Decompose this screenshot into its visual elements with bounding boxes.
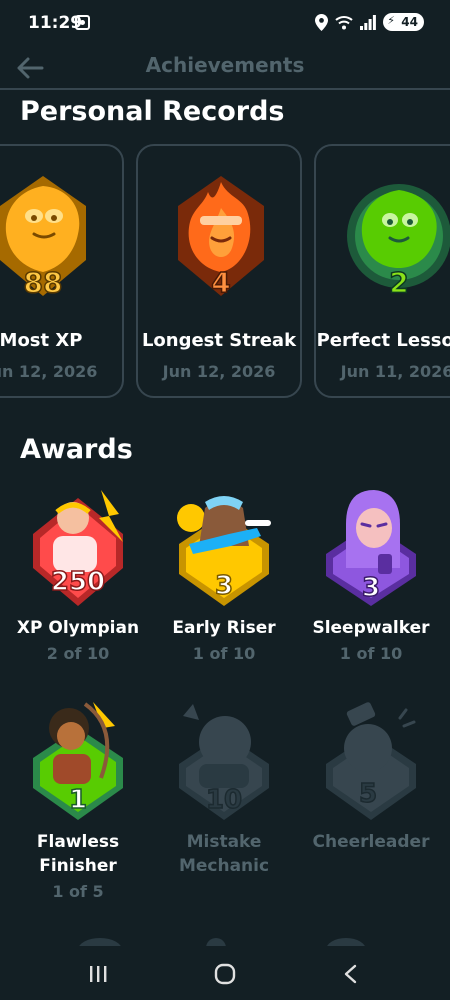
home-icon — [214, 963, 236, 985]
award-title: Cheerleader — [312, 832, 430, 852]
flawless-finisher-badge-icon: 1 — [33, 702, 123, 820]
award-xp-olympian[interactable]: 250 XP Olympian 2 of 10 — [3, 484, 153, 663]
achievements-screen: 11:29 44 — [0, 0, 450, 1000]
recents-button[interactable] — [68, 954, 128, 994]
award-title: Sleepwalker — [312, 618, 430, 638]
home-button[interactable] — [195, 954, 255, 994]
record-card-longest-streak[interactable]: 4 Longest Streak Jun 12, 2026 — [136, 144, 302, 398]
status-time: 11:29 — [28, 13, 83, 33]
award-progress: 1 of 10 — [192, 644, 256, 663]
record-card-perfect-lessons[interactable]: 2 Perfect Lessons Jun 11, 2026 — [314, 144, 450, 398]
personal-records-heading: Personal Records — [20, 96, 285, 127]
award-title: Early Riser — [172, 618, 276, 638]
award-title: Mistake Mechanic — [178, 832, 270, 876]
record-date: Jun 11, 2026 — [340, 362, 450, 381]
award-progress: 1 of 5 — [52, 882, 104, 901]
perfect-lesson-badge-icon: 2 — [347, 184, 450, 300]
award-value: 5 — [359, 779, 377, 809]
recents-icon — [90, 966, 107, 982]
record-label: Most XP — [0, 330, 83, 351]
battery-indicator: 44 — [383, 13, 424, 31]
award-value: 10 — [206, 785, 242, 815]
award-progress: 2 of 10 — [46, 644, 110, 663]
status-icons: 44 — [315, 12, 424, 32]
record-label: Perfect Lessons — [316, 330, 450, 351]
page-title: Achievements — [145, 53, 305, 77]
personal-records-carousel[interactable]: 88 Most XP Jun 12, 2026 4 Longest Streak… — [0, 142, 450, 402]
mistake-mechanic-locked-badge-icon: 10 — [179, 704, 269, 820]
sleepwalker-badge-icon: 3 — [326, 490, 416, 606]
award-title: XP Olympian — [16, 618, 140, 638]
award-cheerleader[interactable]: 5 Cheerleader — [296, 698, 446, 854]
award-sleepwalker[interactable]: 3 Sleepwalker 1 of 10 — [296, 484, 446, 663]
location-icon — [315, 13, 329, 31]
award-flawless-finisher[interactable]: 1 Flawless Finisher 1 of 5 — [3, 698, 153, 901]
record-date: Jun 12, 2026 — [0, 362, 98, 381]
award-value: 3 — [362, 573, 380, 603]
xp-olympian-badge-icon: 250 — [33, 490, 123, 606]
early-riser-badge-icon: 3 — [177, 496, 271, 606]
xp-flame-badge-icon: 88 — [0, 176, 86, 300]
signal-icon — [360, 14, 377, 30]
back-chevron-icon — [344, 964, 357, 984]
record-value: 2 — [389, 266, 408, 299]
award-value: 1 — [69, 785, 87, 815]
screenshot-icon — [75, 15, 90, 30]
record-date: Jun 12, 2026 — [162, 362, 276, 381]
record-value: 88 — [24, 266, 63, 299]
award-early-riser[interactable]: 3 Early Riser 1 of 10 — [149, 484, 299, 663]
awards-heading: Awards — [20, 434, 133, 465]
award-value: 3 — [215, 571, 233, 601]
cheerleader-locked-badge-icon: 5 — [326, 702, 416, 820]
wifi-icon — [335, 15, 353, 29]
award-value: 250 — [51, 567, 105, 597]
award-title: Flawless Finisher — [36, 832, 120, 876]
system-nav-bar — [0, 946, 450, 1000]
app-header: Achievements — [0, 46, 450, 90]
record-value: 4 — [211, 266, 230, 299]
system-back-button[interactable] — [320, 954, 380, 994]
award-progress: 1 of 10 — [339, 644, 403, 663]
record-card-most-xp[interactable]: 88 Most XP Jun 12, 2026 — [0, 144, 124, 398]
award-mistake-mechanic[interactable]: 10 Mistake Mechanic — [149, 698, 299, 878]
status-bar: 11:29 44 — [0, 0, 450, 46]
record-label: Longest Streak — [141, 330, 297, 351]
streak-fire-badge-icon: 4 — [178, 176, 264, 300]
